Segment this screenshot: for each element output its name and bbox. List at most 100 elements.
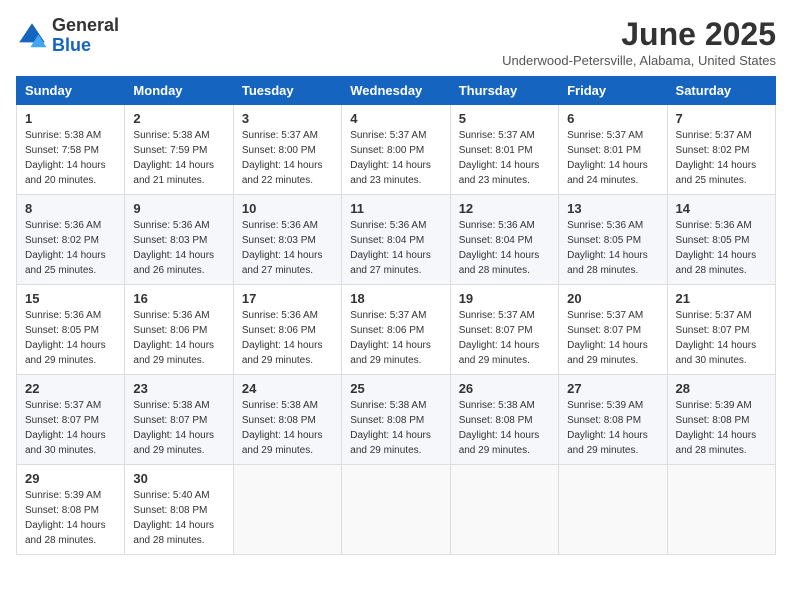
day-info: Sunrise: 5:37 AMSunset: 8:01 PMDaylight:…	[567, 130, 648, 186]
logo-text: General Blue	[52, 16, 119, 56]
calendar-day-cell	[342, 465, 450, 555]
calendar-day-cell: 8 Sunrise: 5:36 AMSunset: 8:02 PMDayligh…	[17, 195, 125, 285]
calendar-day-cell: 25 Sunrise: 5:38 AMSunset: 8:08 PMDaylig…	[342, 375, 450, 465]
calendar-header-row: SundayMondayTuesdayWednesdayThursdayFrid…	[17, 77, 776, 105]
logo-icon	[16, 20, 48, 52]
calendar-day-cell: 21 Sunrise: 5:37 AMSunset: 8:07 PMDaylig…	[667, 285, 775, 375]
day-number: 14	[676, 201, 767, 216]
day-number: 6	[567, 111, 658, 126]
calendar-day-cell: 18 Sunrise: 5:37 AMSunset: 8:06 PMDaylig…	[342, 285, 450, 375]
day-info: Sunrise: 5:37 AMSunset: 8:07 PMDaylight:…	[459, 310, 540, 366]
logo-general: General	[52, 15, 119, 35]
day-info: Sunrise: 5:37 AMSunset: 8:07 PMDaylight:…	[25, 400, 106, 456]
day-number: 13	[567, 201, 658, 216]
day-info: Sunrise: 5:36 AMSunset: 8:05 PMDaylight:…	[676, 220, 757, 276]
day-info: Sunrise: 5:36 AMSunset: 8:04 PMDaylight:…	[459, 220, 540, 276]
calendar-day-cell: 23 Sunrise: 5:38 AMSunset: 8:07 PMDaylig…	[125, 375, 233, 465]
day-info: Sunrise: 5:37 AMSunset: 8:06 PMDaylight:…	[350, 310, 431, 366]
day-number: 18	[350, 291, 441, 306]
day-number: 26	[459, 381, 550, 396]
logo-blue: Blue	[52, 35, 91, 55]
calendar-day-cell: 1 Sunrise: 5:38 AMSunset: 7:58 PMDayligh…	[17, 105, 125, 195]
day-number: 30	[133, 471, 224, 486]
calendar-day-cell: 27 Sunrise: 5:39 AMSunset: 8:08 PMDaylig…	[559, 375, 667, 465]
day-info: Sunrise: 5:37 AMSunset: 8:00 PMDaylight:…	[242, 130, 323, 186]
day-info: Sunrise: 5:36 AMSunset: 8:06 PMDaylight:…	[133, 310, 214, 366]
day-number: 7	[676, 111, 767, 126]
title-block: June 2025 Underwood-Petersville, Alabama…	[502, 16, 776, 68]
day-info: Sunrise: 5:39 AMSunset: 8:08 PMDaylight:…	[25, 490, 106, 546]
day-number: 25	[350, 381, 441, 396]
calendar-day-cell: 15 Sunrise: 5:36 AMSunset: 8:05 PMDaylig…	[17, 285, 125, 375]
day-info: Sunrise: 5:39 AMSunset: 8:08 PMDaylight:…	[676, 400, 757, 456]
day-info: Sunrise: 5:36 AMSunset: 8:05 PMDaylight:…	[567, 220, 648, 276]
weekday-header: Tuesday	[233, 77, 341, 105]
page-header: General Blue June 2025 Underwood-Petersv…	[16, 16, 776, 68]
calendar-day-cell: 19 Sunrise: 5:37 AMSunset: 8:07 PMDaylig…	[450, 285, 558, 375]
day-info: Sunrise: 5:36 AMSunset: 8:03 PMDaylight:…	[133, 220, 214, 276]
day-info: Sunrise: 5:39 AMSunset: 8:08 PMDaylight:…	[567, 400, 648, 456]
day-number: 20	[567, 291, 658, 306]
location-title: Underwood-Petersville, Alabama, United S…	[502, 53, 776, 68]
calendar-week-row: 8 Sunrise: 5:36 AMSunset: 8:02 PMDayligh…	[17, 195, 776, 285]
calendar-day-cell: 6 Sunrise: 5:37 AMSunset: 8:01 PMDayligh…	[559, 105, 667, 195]
day-info: Sunrise: 5:36 AMSunset: 8:03 PMDaylight:…	[242, 220, 323, 276]
calendar-week-row: 1 Sunrise: 5:38 AMSunset: 7:58 PMDayligh…	[17, 105, 776, 195]
day-info: Sunrise: 5:38 AMSunset: 7:59 PMDaylight:…	[133, 130, 214, 186]
day-info: Sunrise: 5:37 AMSunset: 8:07 PMDaylight:…	[567, 310, 648, 366]
calendar-day-cell	[667, 465, 775, 555]
calendar-day-cell: 10 Sunrise: 5:36 AMSunset: 8:03 PMDaylig…	[233, 195, 341, 285]
day-number: 12	[459, 201, 550, 216]
day-number: 21	[676, 291, 767, 306]
day-info: Sunrise: 5:38 AMSunset: 8:08 PMDaylight:…	[350, 400, 431, 456]
day-number: 28	[676, 381, 767, 396]
day-number: 2	[133, 111, 224, 126]
day-number: 10	[242, 201, 333, 216]
calendar-day-cell: 20 Sunrise: 5:37 AMSunset: 8:07 PMDaylig…	[559, 285, 667, 375]
calendar-day-cell	[559, 465, 667, 555]
day-info: Sunrise: 5:37 AMSunset: 8:07 PMDaylight:…	[676, 310, 757, 366]
day-number: 4	[350, 111, 441, 126]
calendar-day-cell	[450, 465, 558, 555]
day-number: 5	[459, 111, 550, 126]
calendar-day-cell: 7 Sunrise: 5:37 AMSunset: 8:02 PMDayligh…	[667, 105, 775, 195]
day-number: 22	[25, 381, 116, 396]
weekday-header: Monday	[125, 77, 233, 105]
calendar-day-cell: 4 Sunrise: 5:37 AMSunset: 8:00 PMDayligh…	[342, 105, 450, 195]
day-info: Sunrise: 5:38 AMSunset: 7:58 PMDaylight:…	[25, 130, 106, 186]
calendar-day-cell: 2 Sunrise: 5:38 AMSunset: 7:59 PMDayligh…	[125, 105, 233, 195]
calendar-day-cell: 3 Sunrise: 5:37 AMSunset: 8:00 PMDayligh…	[233, 105, 341, 195]
day-info: Sunrise: 5:38 AMSunset: 8:07 PMDaylight:…	[133, 400, 214, 456]
day-info: Sunrise: 5:37 AMSunset: 8:01 PMDaylight:…	[459, 130, 540, 186]
logo: General Blue	[16, 16, 119, 56]
day-info: Sunrise: 5:37 AMSunset: 8:00 PMDaylight:…	[350, 130, 431, 186]
day-number: 24	[242, 381, 333, 396]
weekday-header: Sunday	[17, 77, 125, 105]
weekday-header: Saturday	[667, 77, 775, 105]
calendar-table: SundayMondayTuesdayWednesdayThursdayFrid…	[16, 76, 776, 555]
day-number: 9	[133, 201, 224, 216]
day-info: Sunrise: 5:40 AMSunset: 8:08 PMDaylight:…	[133, 490, 214, 546]
calendar-day-cell: 5 Sunrise: 5:37 AMSunset: 8:01 PMDayligh…	[450, 105, 558, 195]
calendar-day-cell: 28 Sunrise: 5:39 AMSunset: 8:08 PMDaylig…	[667, 375, 775, 465]
month-title: June 2025	[502, 16, 776, 53]
day-info: Sunrise: 5:37 AMSunset: 8:02 PMDaylight:…	[676, 130, 757, 186]
calendar-day-cell: 30 Sunrise: 5:40 AMSunset: 8:08 PMDaylig…	[125, 465, 233, 555]
day-number: 1	[25, 111, 116, 126]
calendar-day-cell: 24 Sunrise: 5:38 AMSunset: 8:08 PMDaylig…	[233, 375, 341, 465]
calendar-day-cell: 12 Sunrise: 5:36 AMSunset: 8:04 PMDaylig…	[450, 195, 558, 285]
weekday-header: Thursday	[450, 77, 558, 105]
day-info: Sunrise: 5:36 AMSunset: 8:06 PMDaylight:…	[242, 310, 323, 366]
weekday-header: Friday	[559, 77, 667, 105]
day-number: 15	[25, 291, 116, 306]
calendar-day-cell: 11 Sunrise: 5:36 AMSunset: 8:04 PMDaylig…	[342, 195, 450, 285]
weekday-header: Wednesday	[342, 77, 450, 105]
day-number: 17	[242, 291, 333, 306]
day-info: Sunrise: 5:38 AMSunset: 8:08 PMDaylight:…	[459, 400, 540, 456]
calendar-day-cell	[233, 465, 341, 555]
calendar-day-cell: 26 Sunrise: 5:38 AMSunset: 8:08 PMDaylig…	[450, 375, 558, 465]
day-info: Sunrise: 5:38 AMSunset: 8:08 PMDaylight:…	[242, 400, 323, 456]
calendar-day-cell: 9 Sunrise: 5:36 AMSunset: 8:03 PMDayligh…	[125, 195, 233, 285]
day-number: 23	[133, 381, 224, 396]
calendar-day-cell: 22 Sunrise: 5:37 AMSunset: 8:07 PMDaylig…	[17, 375, 125, 465]
